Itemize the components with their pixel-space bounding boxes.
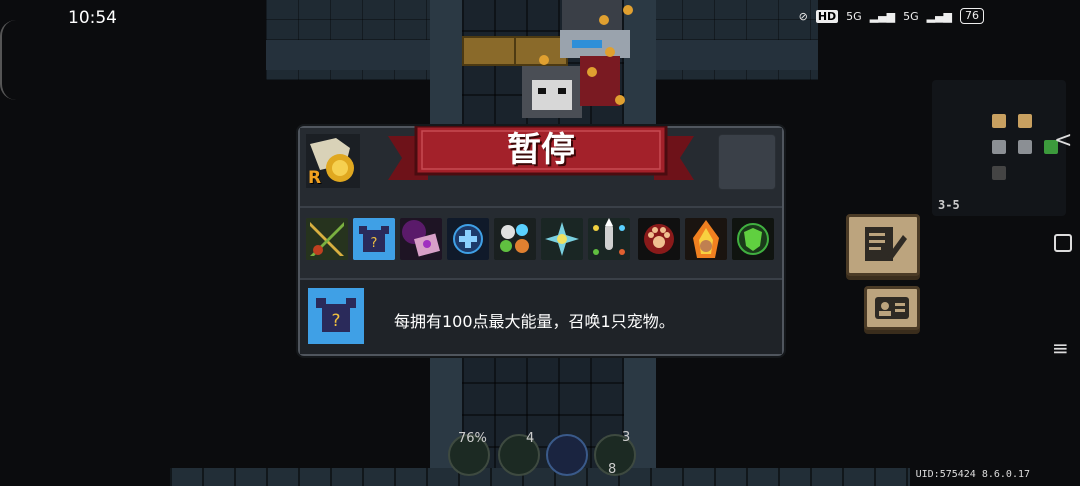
screen-edge-gesture bbox=[0, 20, 16, 100]
nav-home-icon[interactable] bbox=[1054, 234, 1072, 252]
hd-label: HD bbox=[815, 9, 839, 23]
buff-slot-2[interactable]: ? bbox=[353, 218, 395, 260]
crate bbox=[462, 36, 518, 66]
signal-icon: ▂▄▆ bbox=[926, 9, 952, 23]
buff-slot-5[interactable] bbox=[494, 218, 536, 260]
buff-slot-8[interactable] bbox=[638, 218, 680, 260]
weapon-slot[interactable]: R bbox=[306, 134, 360, 188]
battery-indicator: 76 bbox=[960, 8, 984, 24]
buff-slot-3[interactable] bbox=[400, 218, 442, 260]
empty-slot[interactable] bbox=[718, 134, 776, 190]
flame-pet-buff-icon bbox=[685, 218, 727, 260]
minimap-room-current bbox=[992, 140, 1006, 154]
buff-slot-10[interactable] bbox=[732, 218, 774, 260]
green-shield-buff-icon bbox=[732, 218, 774, 260]
pause-title: 暂停 bbox=[507, 130, 575, 170]
svg-text:?: ? bbox=[371, 236, 378, 251]
signal1-label: 5G bbox=[846, 9, 862, 23]
magic-scroll-buff-icon bbox=[400, 218, 442, 260]
character-card-button[interactable] bbox=[864, 286, 920, 330]
notes-button[interactable] bbox=[846, 214, 920, 276]
swords-buff-icon bbox=[306, 218, 348, 260]
signal-icon: ▂▄▆ bbox=[869, 9, 896, 23]
bullet-element-buff-icon bbox=[588, 218, 630, 260]
minimap-room bbox=[1018, 140, 1032, 154]
mute-icon: ⊘ bbox=[798, 9, 808, 23]
summon-pet-buff-icon: ? bbox=[353, 218, 395, 260]
skill-subcount: 8 bbox=[608, 462, 617, 477]
status-time: 10:54 bbox=[68, 8, 117, 28]
uid-version: UID:575424 8.6.0.17 bbox=[915, 469, 1030, 480]
buff-slot-1[interactable] bbox=[306, 218, 348, 260]
skill-count: 4 bbox=[526, 431, 535, 446]
buff-slot-7[interactable] bbox=[588, 218, 630, 260]
nav-menu-icon[interactable]: ≡ bbox=[1052, 336, 1069, 360]
minimap-room bbox=[992, 166, 1006, 180]
dungeon-wall-bottom bbox=[170, 468, 910, 486]
notes-icon bbox=[865, 227, 907, 261]
weapon-rarity-badge: R bbox=[308, 168, 322, 188]
buff-description: 每拥有100点最大能量，召唤1只宠物。 bbox=[394, 312, 675, 331]
status-icons: ⊘ HD 5G ▂▄▆ 5G ▂▄▆ 76 bbox=[799, 8, 984, 24]
summon-pet-buff-icon: ? bbox=[308, 288, 364, 344]
element-burst-buff-icon bbox=[541, 218, 583, 260]
player-character bbox=[522, 0, 633, 118]
elemental-orbs-buff-icon bbox=[494, 218, 536, 260]
skill-slot-3[interactable] bbox=[546, 434, 588, 476]
svg-text:?: ? bbox=[331, 311, 340, 331]
minimap-room bbox=[1018, 114, 1032, 128]
nav-back-icon[interactable]: < bbox=[1054, 128, 1072, 153]
buff-slot-9[interactable] bbox=[685, 218, 727, 260]
buff-slot-4[interactable] bbox=[447, 218, 489, 260]
buff-slot-6[interactable] bbox=[541, 218, 583, 260]
level-indicator: 3-5 bbox=[938, 198, 960, 212]
minimap-room bbox=[992, 114, 1006, 128]
signal2-label: 5G bbox=[903, 9, 919, 23]
minimap[interactable] bbox=[932, 80, 1066, 216]
selected-buff-icon: ? bbox=[308, 288, 364, 344]
skill-percent: 76% bbox=[458, 431, 487, 446]
id-card-icon bbox=[875, 297, 909, 319]
skill-count: 3 bbox=[622, 430, 631, 445]
paw-buff-icon bbox=[638, 218, 680, 260]
shield-cross-buff-icon bbox=[447, 218, 489, 260]
